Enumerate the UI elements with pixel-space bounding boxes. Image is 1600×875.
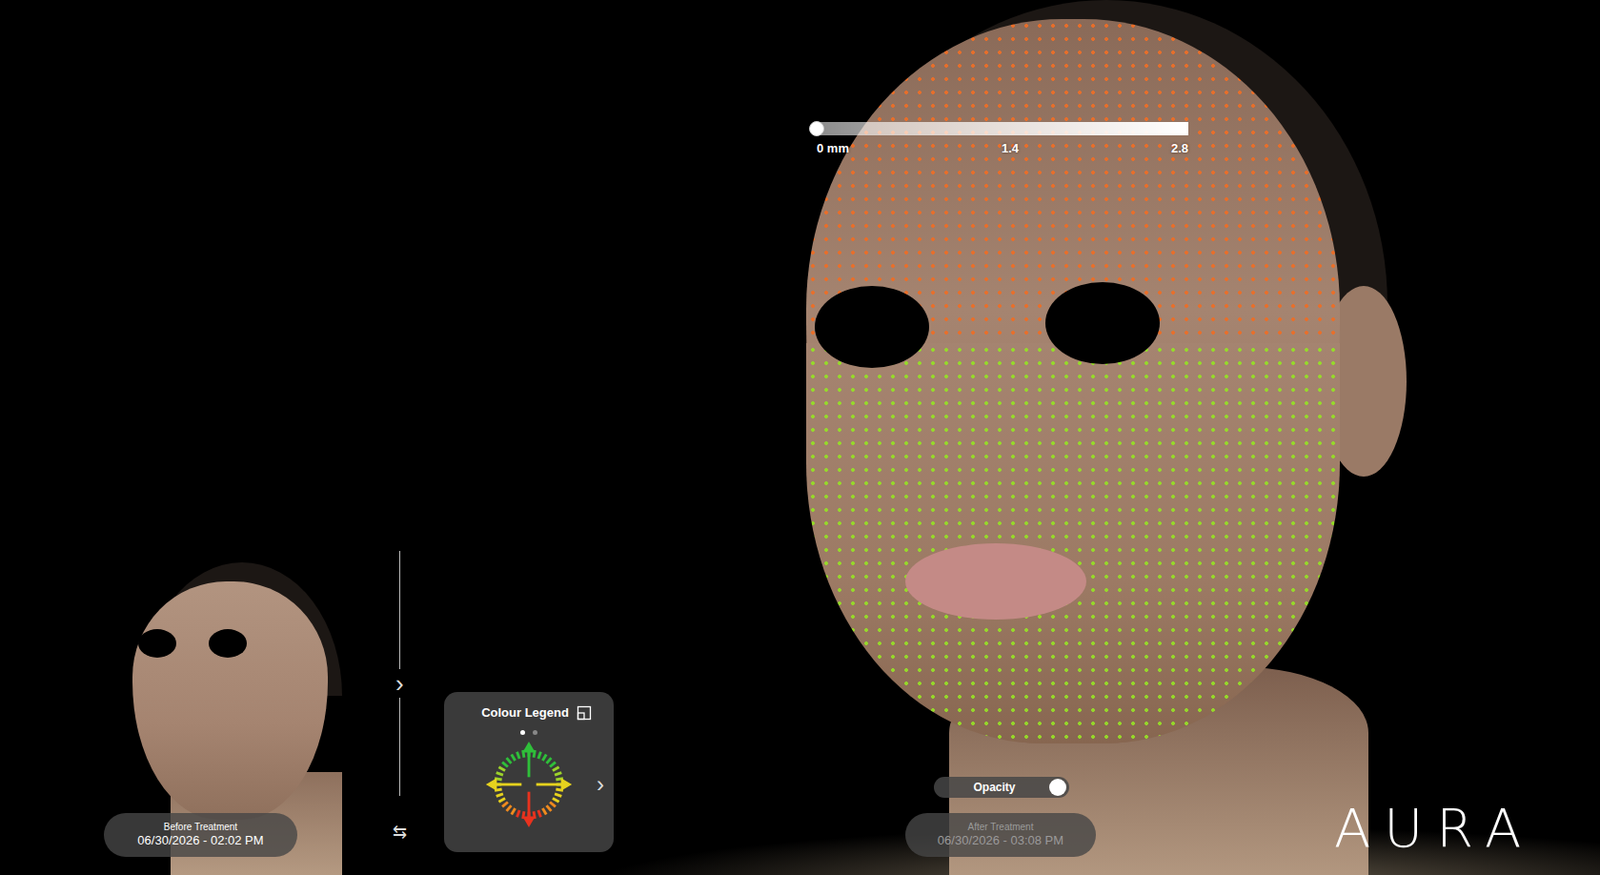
after-label: After Treatment 06/30/2026 - 03:08 PM [905, 812, 1096, 857]
legend-title: Colour Legend [465, 703, 569, 723]
before-label: Before Treatment 06/30/2026 - 02:02 PM [103, 812, 298, 857]
aura-logo: AURA [1334, 798, 1535, 858]
expand-button[interactable]: › [391, 668, 408, 698]
colour-legend: Colour Legend › [444, 691, 614, 852]
popout-icon[interactable] [576, 705, 592, 721]
direction-legend-icon [483, 738, 575, 831]
before-time: 06/30/2026 - 02:02 PM [137, 832, 264, 850]
after-title: After Treatment [968, 820, 1034, 833]
scale-knob[interactable] [809, 121, 825, 137]
page-dot[interactable] [532, 729, 538, 735]
opacity-toggle[interactable]: Opacity [933, 776, 1070, 798]
scale-tick: 1.4 [1001, 139, 1019, 159]
opacity-label: Opacity [947, 778, 1042, 796]
scale-bar[interactable]: 0 mm 1.4 2.8 [816, 121, 1189, 159]
page-dot[interactable] [520, 729, 526, 735]
swap-button[interactable]: ⇆ [388, 821, 411, 843]
opacity-knob[interactable] [1049, 778, 1067, 796]
before-title: Before Treatment [163, 820, 238, 833]
legend-next-button[interactable]: › [596, 767, 605, 802]
scale-track[interactable] [816, 121, 1189, 136]
viewer: 0 mm 1.4 2.8 Before Treatment 06/30/2026 -… [0, 0, 1600, 875]
scale-tick: 0 mm [816, 139, 850, 159]
scale-tick: 2.8 [1171, 139, 1189, 159]
after-time: 06/30/2026 - 03:08 PM [937, 832, 1064, 850]
